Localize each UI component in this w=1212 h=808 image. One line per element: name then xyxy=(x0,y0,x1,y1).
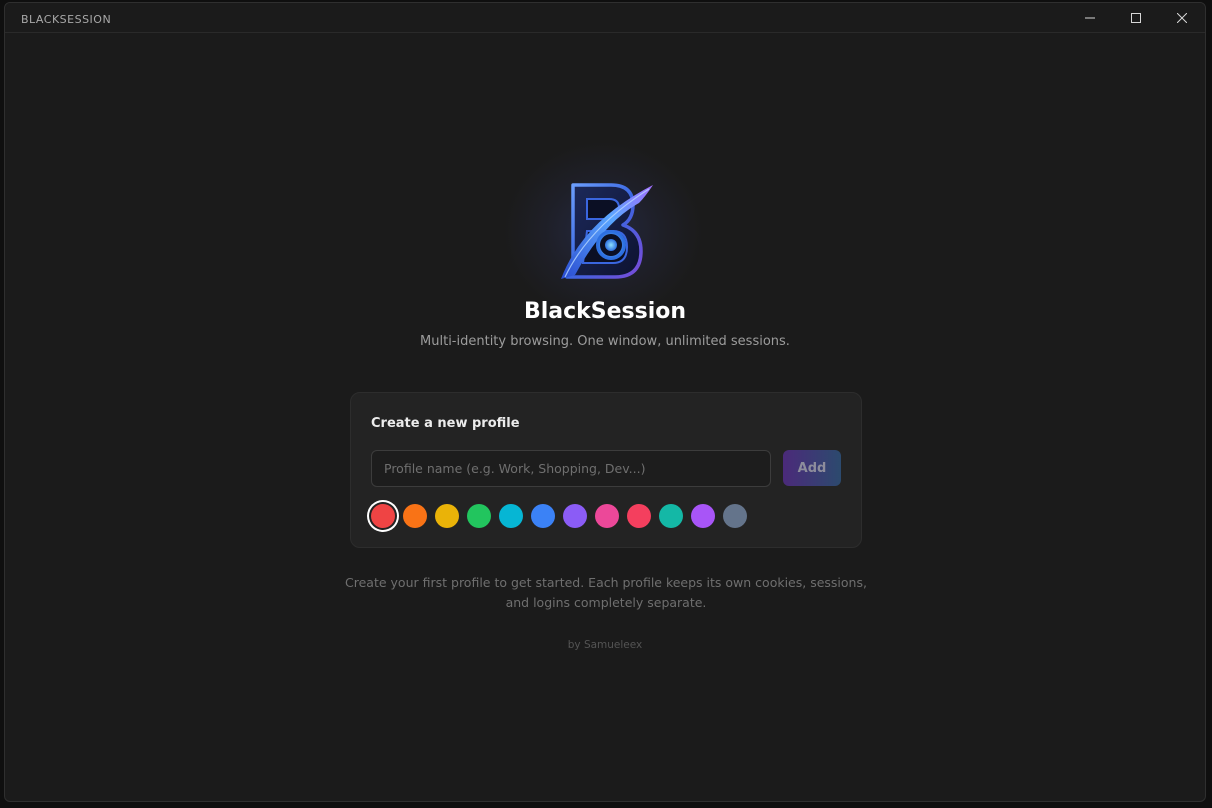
color-swatch[interactable] xyxy=(435,504,459,528)
title-bar[interactable]: BLACKSESSION xyxy=(5,3,1205,33)
color-swatch[interactable] xyxy=(659,504,683,528)
create-profile-heading: Create a new profile xyxy=(371,416,520,431)
create-profile-card: Create a new profile Add xyxy=(350,392,862,548)
close-icon xyxy=(1177,13,1187,23)
color-swatch[interactable] xyxy=(499,504,523,528)
profile-name-input[interactable] xyxy=(371,450,771,487)
app-window: BLACKSESSION BlackSession Multi-identity… xyxy=(4,2,1206,802)
color-swatch[interactable] xyxy=(691,504,715,528)
brand-tagline: Multi-identity browsing. One window, unl… xyxy=(420,334,790,349)
maximize-icon xyxy=(1131,13,1141,23)
minimize-icon xyxy=(1085,17,1095,19)
color-swatch[interactable] xyxy=(371,504,395,528)
maximize-button[interactable] xyxy=(1113,3,1159,33)
color-picker xyxy=(371,502,771,530)
author-credit: by Samueleex xyxy=(567,639,643,651)
add-profile-button[interactable]: Add xyxy=(783,450,841,486)
color-swatch[interactable] xyxy=(467,504,491,528)
blacksession-logo-icon xyxy=(561,183,653,279)
color-swatch[interactable] xyxy=(403,504,427,528)
color-swatch[interactable] xyxy=(595,504,619,528)
color-swatch[interactable] xyxy=(531,504,555,528)
brand-title: BlackSession xyxy=(523,299,687,324)
color-swatch[interactable] xyxy=(563,504,587,528)
getting-started-hint: Create your first profile to get started… xyxy=(345,575,867,610)
close-button[interactable] xyxy=(1159,3,1205,33)
window-title: BLACKSESSION xyxy=(21,13,112,26)
main-content: BlackSession Multi-identity browsing. On… xyxy=(5,33,1205,801)
color-swatch[interactable] xyxy=(627,504,651,528)
minimize-button[interactable] xyxy=(1067,3,1113,33)
color-swatch[interactable] xyxy=(723,504,747,528)
